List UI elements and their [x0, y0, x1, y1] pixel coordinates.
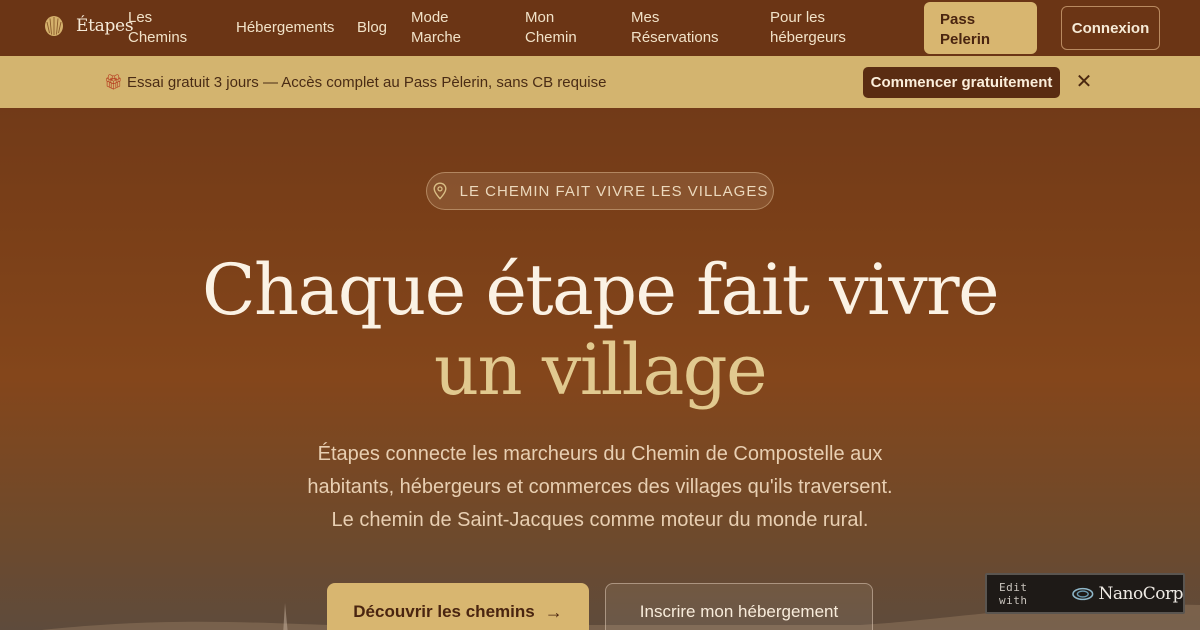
register-accommodation-button[interactable]: Inscrire mon hébergement: [605, 583, 873, 630]
nav-link-label: Marche: [411, 29, 462, 46]
map-pin-icon: [433, 182, 447, 200]
description-line: habitants, hébergeurs et commerces des v…: [307, 476, 893, 498]
top-navigation: Étapes Les Chemins Hébergements Blog Mod…: [0, 0, 1200, 56]
pill-text: LE CHEMIN FAIT VIVRE LES VILLAGES: [459, 182, 769, 200]
banner-text: Essai gratuit 3 jours — Accès complet au…: [127, 74, 607, 91]
nav-link-label: Blog: [357, 19, 388, 36]
description-line: Étapes connecte les marcheurs du Chemin …: [317, 443, 883, 465]
nav-link-hebergeurs[interactable]: Pour les hébergeurs: [770, 8, 846, 48]
nav-link-label: Les: [128, 9, 153, 26]
pass-button-label: Pelerin: [940, 31, 991, 48]
nav-link-mon-chemin[interactable]: Mon Chemin: [525, 8, 577, 48]
nav-link-reservations[interactable]: Mes Réservations: [631, 8, 719, 48]
nav-link-hebergements[interactable]: Hébergements: [236, 18, 334, 38]
description-line: Le chemin de Saint-Jacques comme moteur …: [331, 509, 869, 531]
gift-icon: 🎁︎: [104, 74, 124, 91]
edit-with-nanocorp-badge[interactable]: Edit with NanoCorp: [985, 573, 1185, 614]
nav-link-label: Mode: [411, 9, 449, 26]
nav-link-label: Réservations: [631, 29, 719, 46]
nav-link-mode-marche[interactable]: Mode Marche: [411, 8, 461, 48]
hero-tagline-pill: LE CHEMIN FAIT VIVRE LES VILLAGES: [426, 172, 774, 210]
hero-headline: Chaque étape fait vivre: [202, 249, 1000, 331]
button-label: Découvrir les chemins: [353, 602, 535, 621]
banner-message: 🎁︎ Essai gratuit 3 jours — Accès complet …: [104, 73, 606, 91]
nav-link-label: Hébergements: [236, 19, 335, 36]
login-button[interactable]: Connexion: [1061, 6, 1160, 50]
discover-routes-button[interactable]: Découvrir les chemins →: [327, 583, 589, 630]
pass-button-label: Pass: [940, 11, 976, 28]
brand-logo[interactable]: Étapes: [44, 15, 134, 37]
nanocorp-logo-icon: [1072, 587, 1094, 600]
close-icon[interactable]: ✕: [1074, 70, 1094, 94]
nav-link-label: Pour les: [770, 9, 826, 26]
nav-link-label: Mes: [631, 9, 660, 26]
hero-headline-accent: un village: [433, 329, 768, 411]
pass-pelerin-button[interactable]: Pass Pelerin: [924, 2, 1037, 54]
shell-icon: [45, 16, 63, 36]
nav-link-label: Chemin: [525, 29, 577, 46]
nav-link-chemins[interactable]: Les Chemins: [128, 8, 187, 48]
badge-brand: NanoCorp: [1098, 583, 1184, 604]
arrow-right-icon: →: [544, 601, 563, 622]
badge-label: Edit with: [999, 580, 1028, 607]
start-free-button[interactable]: Commencer gratuitement: [863, 67, 1060, 98]
nav-link-blog[interactable]: Blog: [357, 18, 387, 38]
trial-banner: 🎁︎ Essai gratuit 3 jours — Accès complet …: [0, 56, 1200, 108]
nav-link-label: Chemins: [128, 29, 188, 46]
brand-name: Étapes: [76, 16, 134, 36]
nav-link-label: hébergeurs: [770, 29, 846, 46]
nav-link-label: Mon: [525, 9, 555, 26]
hero-description: Étapes connecte les marcheurs du Chemin …: [250, 438, 950, 537]
